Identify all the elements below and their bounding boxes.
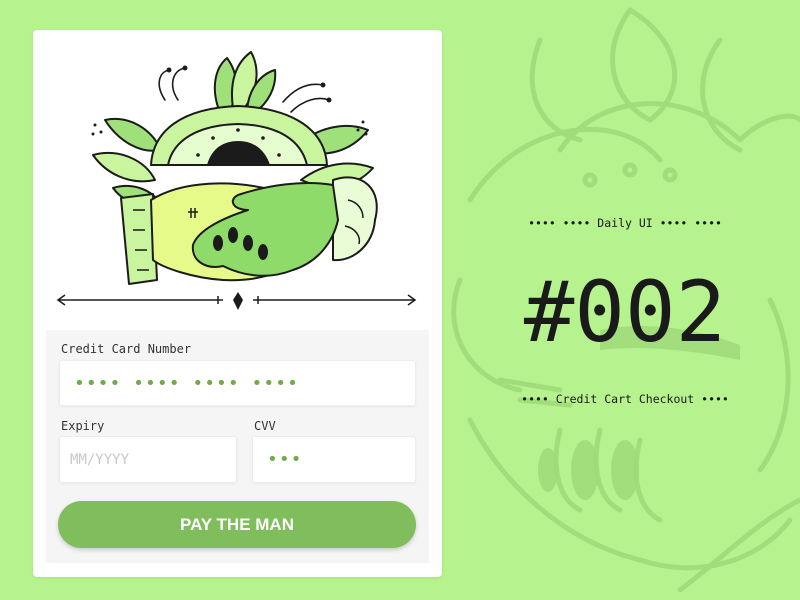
expiry-field[interactable]: MM/YYYY [59, 436, 237, 483]
payment-form: Credit Card Number •••• •••• •••• •••• E… [46, 330, 429, 563]
cvv-label: CVV [254, 419, 276, 433]
expiry-placeholder: MM/YYYY [70, 451, 130, 468]
challenge-subtitle: •••• Credit Cart Checkout •••• [521, 392, 729, 406]
card-number-value: •••• •••• •••• •••• [74, 372, 299, 394]
checkout-card: Credit Card Number •••• •••• •••• •••• E… [33, 30, 442, 577]
expiry-label: Expiry [61, 419, 105, 433]
card-number-field[interactable]: •••• •••• •••• •••• [59, 360, 416, 406]
cvv-field[interactable]: ••• [252, 436, 416, 483]
card-number-label: Credit Card Number [61, 342, 192, 356]
pay-button[interactable]: PAY THE MAN [58, 501, 416, 548]
cvv-value: ••• [267, 449, 303, 470]
challenge-number: #002 [523, 263, 727, 361]
handshake-illustration [56, 51, 417, 310]
daily-ui-eyebrow: •••• •••• Daily UI •••• •••• [528, 216, 722, 230]
